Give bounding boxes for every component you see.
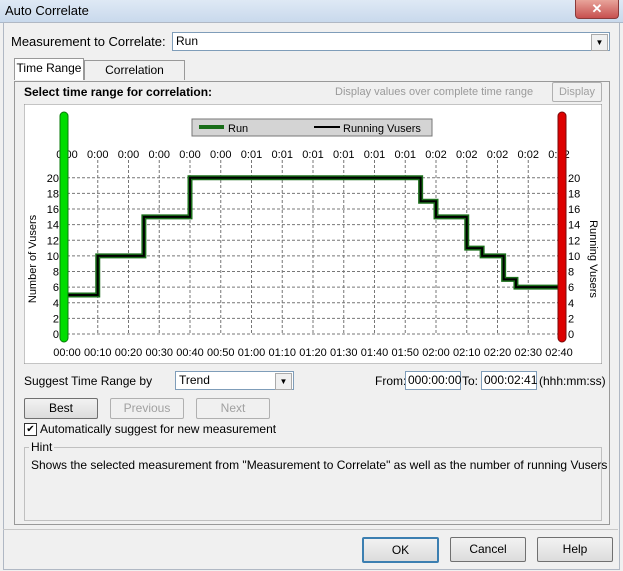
y-tick-label-left: 18 [47, 188, 59, 200]
measurement-label: Measurement to Correlate: [11, 34, 166, 49]
x-tick-label-top: 0:00 [210, 149, 231, 161]
range-start-marker [59, 111, 69, 343]
y-tick-label-left: 14 [47, 220, 59, 232]
x-tick-label-top: 0:01 [272, 149, 293, 161]
time-format-label: (hhh:mm:ss) [539, 374, 606, 388]
footer-divider [3, 529, 618, 530]
correlation-chart: 20181614121086420 20181614121086420 0:00… [24, 104, 602, 364]
previous-button[interactable]: Previous [110, 398, 184, 419]
suggest-value: Trend [179, 373, 210, 387]
x-tick-label-top: 0:01 [302, 149, 323, 161]
x-tick-label-bottom: 01:00 [238, 347, 266, 359]
y-tick-label-left: 6 [53, 282, 59, 294]
x-tick-label-top: 0:01 [333, 149, 354, 161]
x-tick-label-bottom: 01:30 [330, 347, 358, 359]
x-tick-label-bottom: 01:20 [299, 347, 327, 359]
y-tick-label-right: 14 [568, 220, 580, 232]
x-tick-label-bottom: 02:00 [422, 347, 450, 359]
y-tick-label-left: 10 [47, 251, 59, 263]
from-label: From: [375, 374, 407, 388]
chevron-down-icon[interactable]: ▼ [275, 373, 292, 390]
y-axis-left-label: Number of Vusers [27, 214, 39, 303]
x-tick-label-top: 0:00 [118, 149, 139, 161]
legend-run-label: Run [228, 123, 248, 135]
legend-running-vusers-label: Running Vusers [343, 123, 421, 135]
close-button[interactable]: ✕ [575, 0, 619, 19]
help-button[interactable]: Help [537, 537, 613, 562]
x-tick-label-bottom: 02:10 [453, 347, 481, 359]
y-tick-label-right: 6 [568, 282, 574, 294]
x-tick-label-bottom: 00:30 [145, 347, 173, 359]
x-tick-label-bottom: 00:00 [53, 347, 81, 359]
x-tick-label-top: 0:01 [395, 149, 416, 161]
y-tick-label-right: 18 [568, 188, 580, 200]
cancel-button[interactable]: Cancel [450, 537, 526, 562]
x-tick-label-bottom: 01:10 [268, 347, 296, 359]
y-tick-label-left: 0 [53, 329, 59, 341]
y-tick-label-right: 16 [568, 204, 580, 216]
chart-legend: Run Running Vusers [191, 118, 433, 137]
x-tick-label-top: 0:02 [425, 149, 446, 161]
x-tick-label-top: 0:00 [179, 149, 200, 161]
x-axis-bottom-ticks: 00:00 00:10 00:20 00:30 00:40 00:50 01:00 01:10… [53, 347, 573, 359]
from-input[interactable]: 000:00:00 [405, 371, 461, 390]
to-input[interactable]: 000:02:41 [481, 371, 537, 390]
display-button[interactable]: Display [552, 82, 602, 102]
y-tick-label-right: 2 [568, 313, 574, 325]
y-tick-label-right: 12 [568, 235, 580, 247]
auto-suggest-checkbox[interactable]: ✔ [24, 423, 37, 436]
next-button[interactable]: Next [196, 398, 270, 419]
y-tick-label-right: 0 [568, 329, 574, 341]
tab-time-range[interactable]: Time Range [14, 58, 84, 80]
display-hint: Display values over complete time range [335, 86, 534, 98]
x-tick-label-bottom: 00:10 [84, 347, 112, 359]
y-axis-right-label: Running Vusers [587, 220, 599, 298]
tab-correlation-options[interactable]: Correlation Options [84, 60, 185, 96]
suggest-select[interactable]: Trend ▼ [175, 371, 294, 390]
y-tick-label-right: 10 [568, 251, 580, 263]
y-tick-label-left: 4 [53, 298, 59, 310]
y-tick-label-left: 12 [47, 235, 59, 247]
y-tick-label-left: 2 [53, 313, 59, 325]
y-tick-label-left: 8 [53, 267, 59, 279]
x-tick-label-top: 0:02 [518, 149, 539, 161]
x-tick-label-bottom: 00:20 [115, 347, 143, 359]
x-tick-label-bottom: 01:40 [361, 347, 389, 359]
y-tick-label-left: 20 [47, 173, 59, 185]
best-button[interactable]: Best [24, 398, 98, 419]
x-tick-label-bottom: 01:50 [391, 347, 419, 359]
y-tick-label-left: 16 [47, 204, 59, 216]
auto-suggest-label[interactable]: Automatically suggest for new measuremen… [40, 422, 276, 436]
range-end-marker [557, 111, 567, 343]
x-tick-label-top: 0:01 [241, 149, 262, 161]
x-tick-label-top: 0:02 [487, 149, 508, 161]
hint-title: Hint [29, 440, 55, 454]
x-tick-label-bottom: 00:50 [207, 347, 235, 359]
chevron-down-icon[interactable]: ▼ [591, 34, 608, 51]
title-bar: Auto Correlate [0, 0, 623, 23]
y-tick-label-right: 8 [568, 267, 574, 279]
x-axis-top-ticks: 0:000:000:000:000:000:000:010:010:010:01… [56, 149, 569, 161]
x-tick-label-bottom: 02:40 [545, 347, 573, 359]
x-tick-label-bottom: 02:20 [484, 347, 512, 359]
window-title: Auto Correlate [5, 3, 89, 18]
x-tick-label-top: 0:00 [149, 149, 170, 161]
x-tick-label-bottom: 02:30 [514, 347, 542, 359]
x-tick-label-top: 0:02 [456, 149, 477, 161]
panel-heading: Select time range for correlation: [24, 85, 213, 99]
hint-text: Shows the selected measurement from "Mea… [31, 458, 608, 472]
measurement-value: Run [176, 34, 199, 48]
x-tick-label-bottom: 00:40 [176, 347, 204, 359]
to-label: To: [462, 374, 479, 388]
measurement-select[interactable]: Run ▼ [172, 32, 610, 51]
x-tick-label-top: 0:00 [87, 149, 108, 161]
suggest-label: Suggest Time Range by [24, 374, 153, 388]
x-tick-label-top: 0:01 [364, 149, 385, 161]
ok-button[interactable]: OK [362, 537, 439, 563]
y-tick-label-right: 4 [568, 298, 574, 310]
y-tick-label-right: 20 [568, 173, 580, 185]
